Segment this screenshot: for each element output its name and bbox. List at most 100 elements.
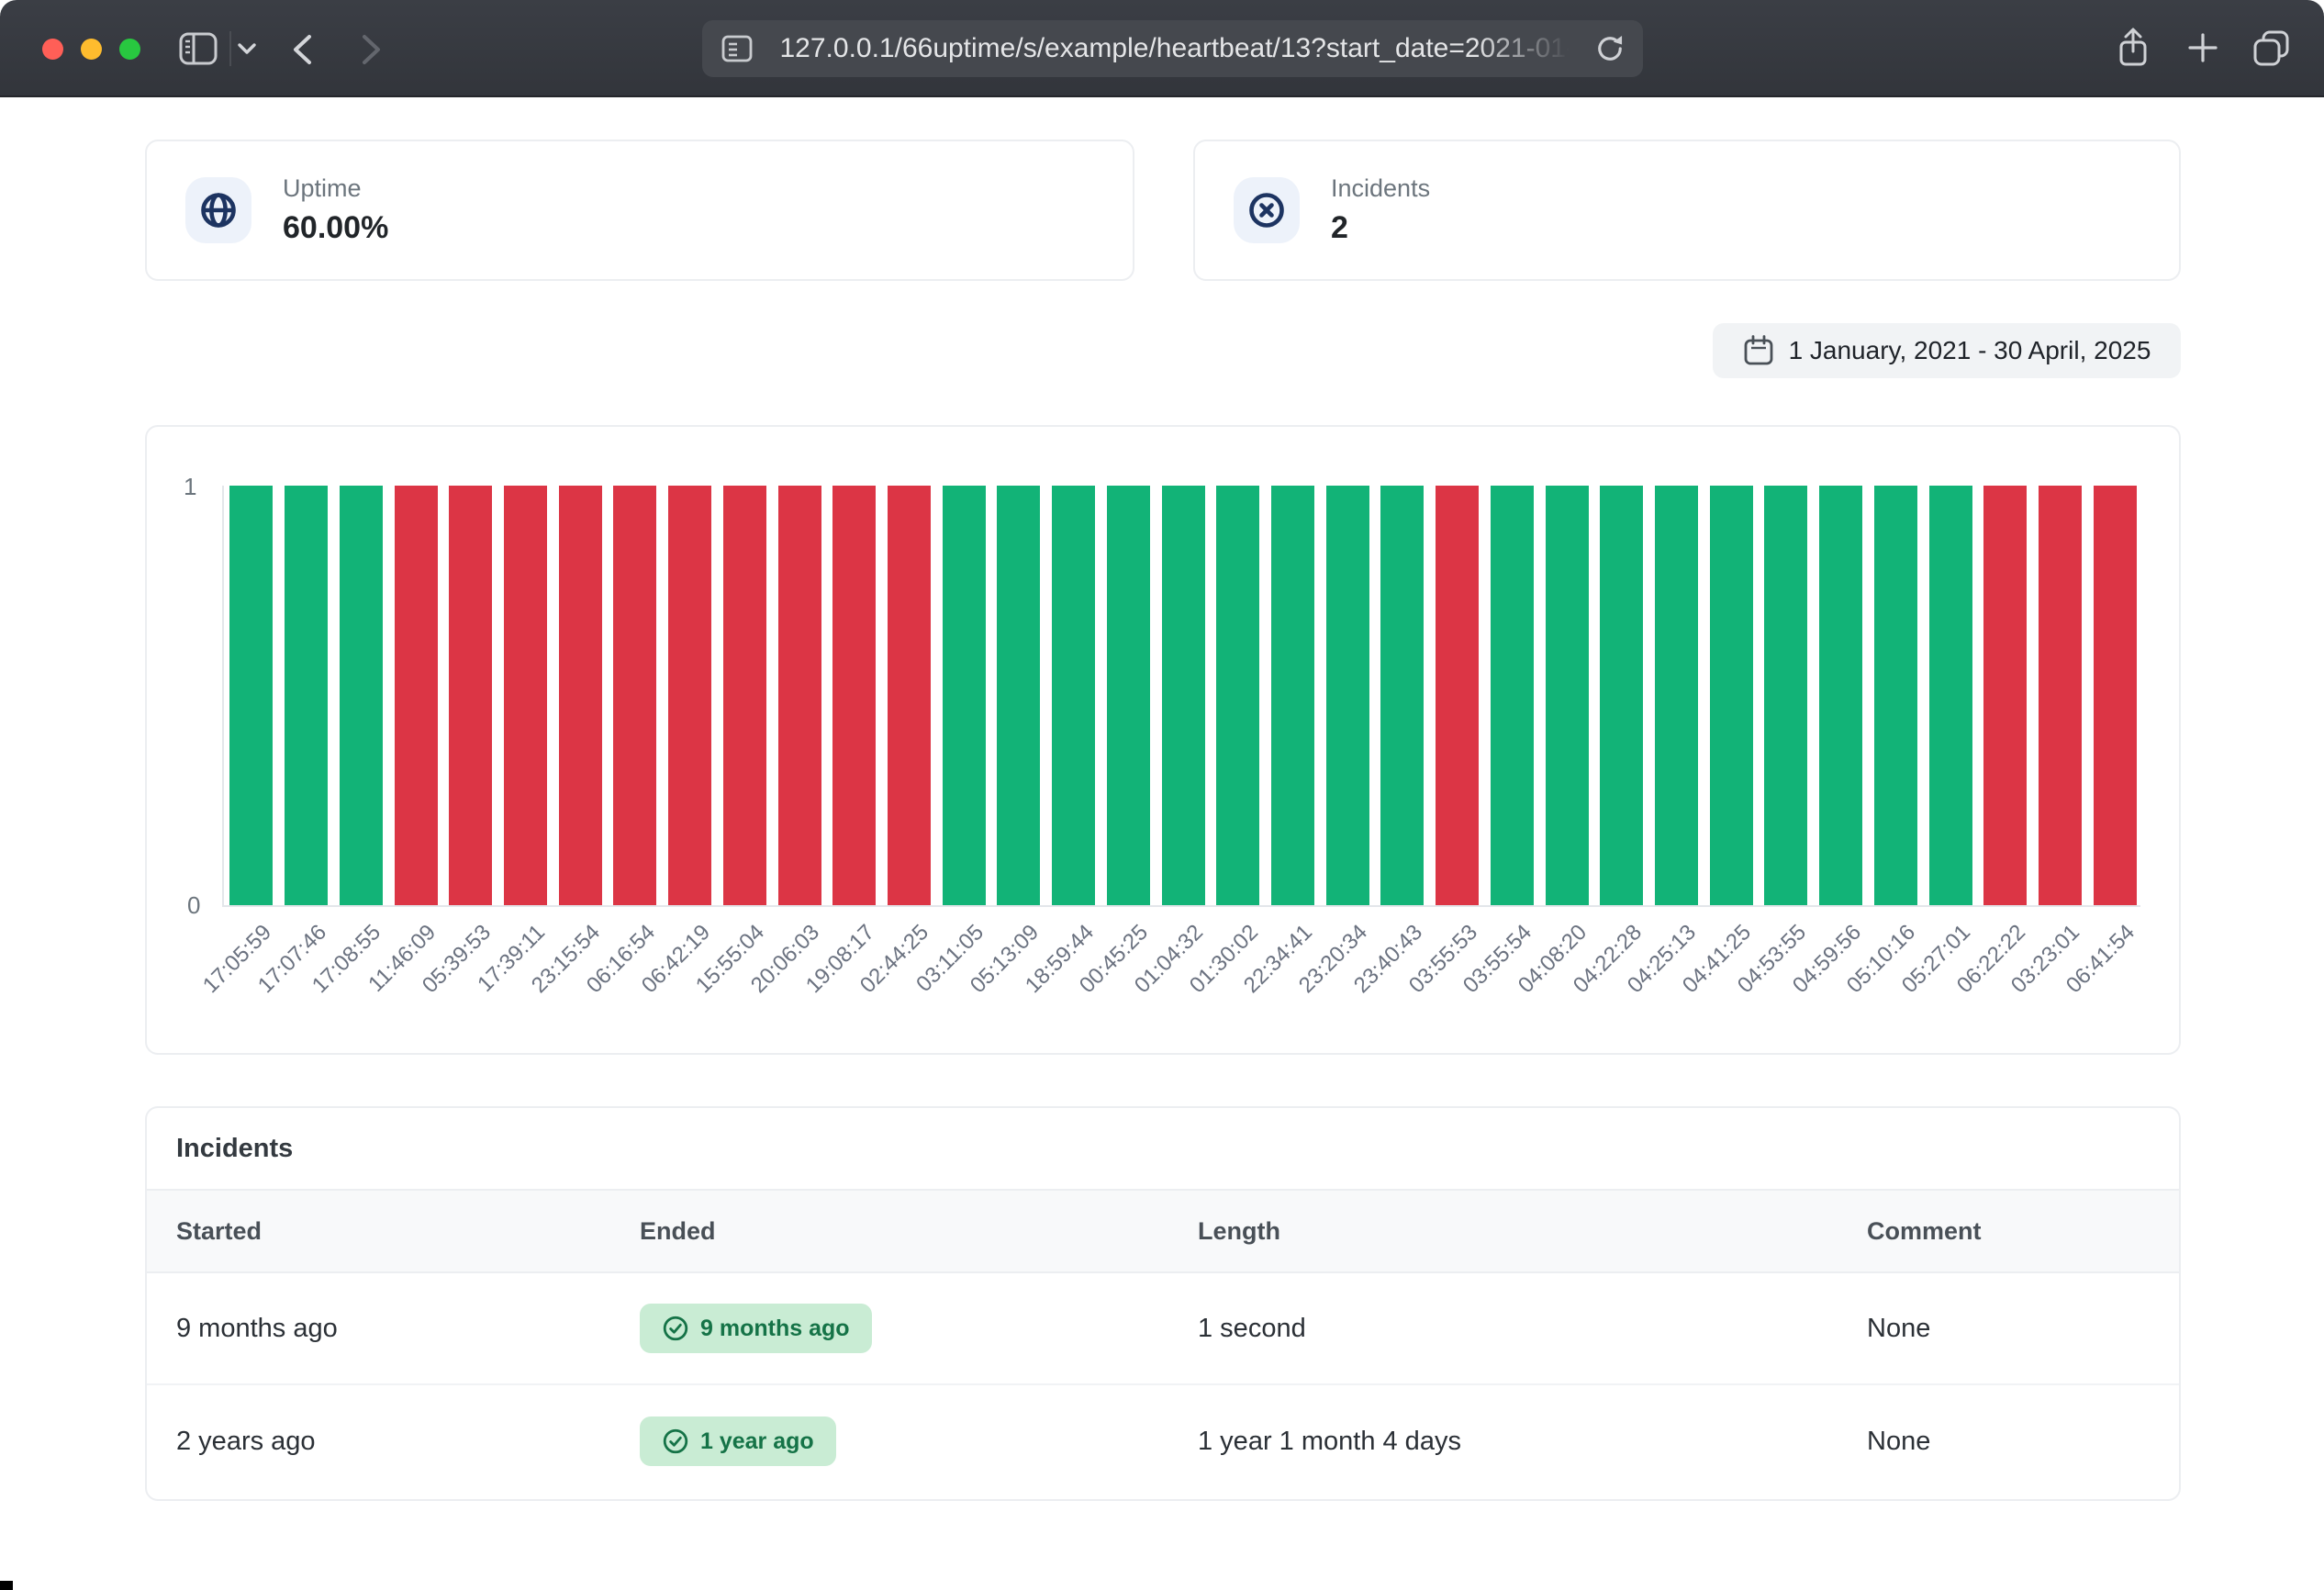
chart-bar-up bbox=[1710, 486, 1753, 905]
url-text[interactable]: 127.0.0.1/66uptime/s/example/heartbeat/1… bbox=[780, 33, 1570, 64]
incidents-table-title: Incidents bbox=[147, 1108, 2179, 1189]
browser-titlebar: 127.0.0.1/66uptime/s/example/heartbeat/1… bbox=[0, 0, 2324, 97]
forward-button[interactable] bbox=[360, 33, 384, 66]
chart-plot-area[interactable]: 1 0 17:05:5917:07:4617:08:5511:46:0905:3… bbox=[222, 486, 2140, 907]
window-controls bbox=[42, 39, 140, 60]
page-settings-icon[interactable] bbox=[719, 31, 755, 66]
minimize-window-button[interactable] bbox=[81, 39, 102, 60]
incident-row: 2 years ago 1 year ago 1 year 1 month 4 … bbox=[147, 1385, 2179, 1497]
chart-bar-up bbox=[1819, 486, 1862, 905]
chevron-right-icon bbox=[360, 33, 384, 66]
heartbeat-chart-card: 1 0 17:05:5917:07:4617:08:5511:46:0905:3… bbox=[145, 425, 2181, 1055]
incident-comment: None bbox=[1838, 1314, 2179, 1344]
chart-bar-up bbox=[1326, 486, 1369, 905]
chart-bar-up bbox=[1874, 486, 1917, 905]
sidebar-toggle-button[interactable] bbox=[178, 31, 218, 66]
incident-row: 9 months ago 9 months ago 1 second None bbox=[147, 1273, 2179, 1385]
share-icon bbox=[2115, 26, 2151, 72]
tab-overview-button[interactable] bbox=[2251, 28, 2293, 70]
chart-bar-up bbox=[1052, 486, 1095, 905]
sidebar-menu-chevron[interactable] bbox=[237, 42, 257, 55]
chart-bar-down bbox=[2094, 486, 2137, 905]
chart-bar-up bbox=[1600, 486, 1643, 905]
chevron-left-icon bbox=[290, 33, 314, 66]
chart-bar-up bbox=[1107, 486, 1150, 905]
chart-bar-up bbox=[1271, 486, 1314, 905]
chart-bar-down bbox=[559, 486, 602, 905]
screen-corner-artifact bbox=[0, 1581, 13, 1590]
date-range-button[interactable]: 1 January, 2021 - 30 April, 2025 bbox=[1713, 323, 2181, 378]
chart-bar-down bbox=[504, 486, 547, 905]
check-circle-icon bbox=[662, 1428, 689, 1455]
back-button[interactable] bbox=[290, 33, 314, 66]
y-axis-tick-0: 0 bbox=[187, 891, 200, 920]
incidents-stat-card: Incidents 2 bbox=[1193, 140, 2181, 281]
chart-bar-down bbox=[449, 486, 492, 905]
column-header-started: Started bbox=[147, 1217, 610, 1246]
chart-bar-up bbox=[1546, 486, 1589, 905]
chart-bar-up bbox=[1380, 486, 1424, 905]
chart-bar-down bbox=[778, 486, 821, 905]
chart-bar-up bbox=[229, 486, 273, 905]
close-window-button[interactable] bbox=[42, 39, 63, 60]
incidents-table-header: Started Ended Length Comment bbox=[147, 1189, 2179, 1273]
new-tab-button[interactable] bbox=[2186, 31, 2219, 64]
chart-bar-down bbox=[668, 486, 711, 905]
incident-started: 2 years ago bbox=[147, 1427, 610, 1457]
uptime-icon-tile bbox=[185, 177, 251, 243]
x-circle-icon bbox=[1246, 189, 1288, 231]
incident-ended-cell: 9 months ago bbox=[610, 1304, 1168, 1353]
incidents-label: Incidents bbox=[1331, 174, 1430, 203]
uptime-label: Uptime bbox=[283, 174, 388, 203]
chart-bar-down bbox=[2039, 486, 2082, 905]
reload-button[interactable] bbox=[1593, 32, 1626, 65]
chart-bar-down bbox=[395, 486, 438, 905]
chart-bar-up bbox=[285, 486, 328, 905]
chart-bar-up bbox=[1764, 486, 1807, 905]
tabs-icon bbox=[2251, 28, 2293, 70]
column-header-length: Length bbox=[1168, 1217, 1838, 1246]
chart-bar-up bbox=[340, 486, 383, 905]
chart-bar-up bbox=[1162, 486, 1205, 905]
chart-bar-up bbox=[1216, 486, 1259, 905]
calendar-icon bbox=[1743, 334, 1774, 367]
zoom-window-button[interactable] bbox=[119, 39, 140, 60]
address-bar[interactable]: 127.0.0.1/66uptime/s/example/heartbeat/1… bbox=[702, 20, 1643, 77]
chart-bar-down bbox=[832, 486, 876, 905]
y-axis-tick-1: 1 bbox=[184, 473, 196, 501]
check-circle-icon bbox=[662, 1315, 689, 1342]
reload-icon bbox=[1593, 32, 1626, 65]
incidents-value: 2 bbox=[1331, 210, 1430, 246]
column-header-ended: Ended bbox=[610, 1217, 1168, 1246]
incident-started: 9 months ago bbox=[147, 1314, 610, 1344]
chart-bar-up bbox=[997, 486, 1040, 905]
sidebar-icon bbox=[178, 31, 218, 66]
uptime-value: 60.00% bbox=[283, 210, 388, 246]
chart-bar-up bbox=[1655, 486, 1698, 905]
chevron-down-icon bbox=[237, 42, 257, 55]
toolbar-divider bbox=[229, 31, 231, 66]
incidents-table-body: 9 months ago 9 months ago 1 second None … bbox=[147, 1273, 2179, 1497]
plus-icon bbox=[2186, 31, 2219, 64]
chart-bar-up bbox=[1491, 486, 1534, 905]
chart-bar-down bbox=[723, 486, 766, 905]
incident-length: 1 second bbox=[1168, 1314, 1838, 1344]
ended-status-badge: 9 months ago bbox=[640, 1304, 872, 1353]
incidents-table-card: Incidents Started Ended Length Comment 9… bbox=[145, 1106, 2181, 1501]
column-header-comment: Comment bbox=[1838, 1217, 2179, 1246]
chart-bar-down bbox=[1436, 486, 1479, 905]
chart-bar-up bbox=[943, 486, 986, 905]
chart-bar-down bbox=[613, 486, 656, 905]
chart-bar-up bbox=[1929, 486, 1972, 905]
incident-length: 1 year 1 month 4 days bbox=[1168, 1427, 1838, 1457]
uptime-stat-card: Uptime 60.00% bbox=[145, 140, 1134, 281]
incident-ended-cell: 1 year ago bbox=[610, 1416, 1168, 1466]
incident-ended: 1 year ago bbox=[700, 1428, 814, 1455]
share-button[interactable] bbox=[2115, 26, 2151, 72]
incident-comment: None bbox=[1838, 1427, 2179, 1457]
chart-bar-down bbox=[1983, 486, 2027, 905]
incident-ended: 9 months ago bbox=[700, 1316, 850, 1342]
incidents-icon-tile bbox=[1234, 177, 1300, 243]
date-range-label: 1 January, 2021 - 30 April, 2025 bbox=[1789, 336, 2151, 365]
chart-bar-down bbox=[888, 486, 931, 905]
